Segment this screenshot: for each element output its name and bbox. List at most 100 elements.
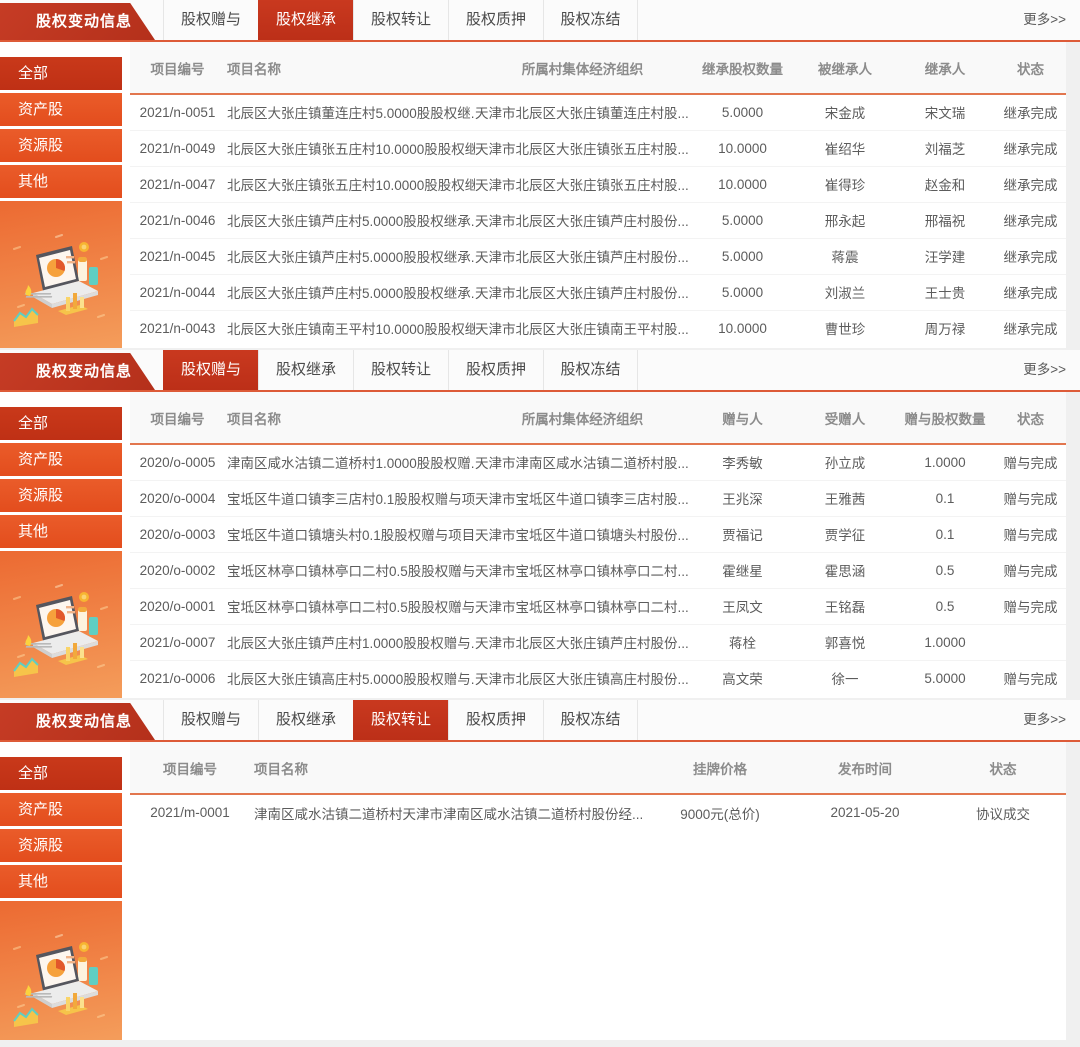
- table-cell: 李秀敏: [690, 444, 795, 480]
- table-row[interactable]: 2021/o-0006北辰区大张庄镇高庄村5.0000股股权赠与...天津市北辰…: [130, 660, 1066, 696]
- table-cell: 宝坻区林亭口镇林亭口二村0.5股股权赠与...: [225, 588, 475, 624]
- table-row[interactable]: 2020/o-0001宝坻区林亭口镇林亭口二村0.5股股权赠与...天津市宝坻区…: [130, 588, 1066, 624]
- section-tab-bar: 股权变动信息 股权赠与股权继承股权转让股权质押股权冻结 更多>>: [0, 350, 1080, 392]
- table-cell: 王铭磊: [795, 588, 895, 624]
- table-cell: 贾福记: [690, 516, 795, 552]
- column-header-状态: 状态: [940, 742, 1066, 794]
- table-cell: 2021/n-0051: [130, 94, 225, 130]
- table-row[interactable]: 2020/o-0002宝坻区林亭口镇林亭口二村0.5股股权赠与...天津市宝坻区…: [130, 552, 1066, 588]
- category-sidebar: 全部资产股资源股其他: [0, 742, 122, 1040]
- table-cell: 崔绍华: [795, 130, 895, 166]
- table-cell: 2020/o-0004: [130, 480, 225, 516]
- tab-股权转让[interactable]: 股权转让: [353, 350, 448, 390]
- table-cell: 郭喜悦: [795, 624, 895, 660]
- table-cell: 天津市北辰区大张庄镇张五庄村股...: [475, 166, 690, 202]
- tab-股权质押[interactable]: 股权质押: [448, 0, 543, 40]
- table-cell: 赠与完成: [995, 660, 1066, 696]
- table-row[interactable]: 2021/o-0007北辰区大张庄镇芦庄村1.0000股股权赠与...天津市北辰…: [130, 624, 1066, 660]
- table-cell: 继承完成: [995, 94, 1066, 130]
- table-cell: 天津市北辰区大张庄镇南王平村股...: [475, 310, 690, 346]
- more-link[interactable]: 更多>>: [1023, 0, 1066, 40]
- sidebar-item-其他[interactable]: 其他: [0, 165, 122, 198]
- table-row[interactable]: 2020/o-0004宝坻区牛道口镇李三店村0.1股股权赠与项目天津市宝坻区牛道…: [130, 480, 1066, 516]
- tab-股权转让[interactable]: 股权转让: [353, 700, 448, 740]
- more-link[interactable]: 更多>>: [1023, 700, 1066, 740]
- table-row[interactable]: 2021/n-0047北辰区大张庄镇张五庄村10.0000股股权继...天津市北…: [130, 166, 1066, 202]
- table-row[interactable]: 2020/o-0005津南区咸水沽镇二道桥村1.0000股股权赠...天津市津南…: [130, 444, 1066, 480]
- column-header-项目编号: 项目编号: [130, 742, 250, 794]
- table-cell: 赠与完成: [995, 480, 1066, 516]
- table-cell: 赠与完成: [995, 444, 1066, 480]
- sidebar-item-资产股[interactable]: 资产股: [0, 93, 122, 126]
- column-header-被继承人: 被继承人: [795, 42, 895, 94]
- table-cell: 周万禄: [895, 310, 995, 346]
- table-header-row: 项目编号项目名称挂牌价格发布时间状态: [130, 742, 1066, 794]
- tab-list: 股权赠与股权继承股权转让股权质押股权冻结: [163, 700, 638, 740]
- sidebar-item-资产股[interactable]: 资产股: [0, 793, 122, 826]
- table-cell: 北辰区大张庄镇芦庄村5.0000股股权继承...: [225, 238, 475, 274]
- table-cell: 天津市宝坻区林亭口镇林亭口二村...: [475, 552, 690, 588]
- table-cell: 0.1: [895, 480, 995, 516]
- table-cell: 2021-05-20: [790, 794, 940, 830]
- table-cell: 2021/n-0049: [130, 130, 225, 166]
- sidebar-item-全部[interactable]: 全部: [0, 757, 122, 790]
- sidebar-table-gap: [122, 742, 130, 1040]
- column-header-赠与人: 赠与人: [690, 392, 795, 444]
- column-header-项目名称: 项目名称: [250, 742, 650, 794]
- table-cell: 宝坻区牛道口镇李三店村0.1股股权赠与项目: [225, 480, 475, 516]
- section-tab-bar: 股权变动信息 股权赠与股权继承股权转让股权质押股权冻结 更多>>: [0, 700, 1080, 742]
- table-row[interactable]: 2021/n-0045北辰区大张庄镇芦庄村5.0000股股权继承...天津市北辰…: [130, 238, 1066, 274]
- column-header-所属村集体经济组织: 所属村集体经济组织: [475, 42, 690, 94]
- table-cell: 北辰区大张庄镇芦庄村5.0000股股权继承...: [225, 202, 475, 238]
- sidebar-item-资产股[interactable]: 资产股: [0, 443, 122, 476]
- tab-股权继承[interactable]: 股权继承: [258, 700, 353, 740]
- tab-股权冻结[interactable]: 股权冻结: [543, 700, 638, 740]
- tab-list: 股权赠与股权继承股权转让股权质押股权冻结: [163, 350, 638, 390]
- table-cell: 10.0000: [690, 310, 795, 346]
- table-row[interactable]: 2021/n-0051北辰区大张庄镇董连庄村5.0000股股权继...天津市北辰…: [130, 94, 1066, 130]
- tab-股权赠与[interactable]: 股权赠与: [163, 700, 258, 740]
- table-cell: 天津市北辰区大张庄镇芦庄村股份...: [475, 274, 690, 310]
- table-row[interactable]: 2021/n-0044北辰区大张庄镇芦庄村5.0000股股权继承...天津市北辰…: [130, 274, 1066, 310]
- sidebar-table-gap: [122, 392, 130, 698]
- tab-股权赠与[interactable]: 股权赠与: [163, 0, 258, 40]
- table-cell: 北辰区大张庄镇董连庄村5.0000股股权继...: [225, 94, 475, 130]
- column-header-赠与股权数量: 赠与股权数量: [895, 392, 995, 444]
- tab-股权冻结[interactable]: 股权冻结: [543, 0, 638, 40]
- table-cell: 天津市宝坻区林亭口镇林亭口二村...: [475, 588, 690, 624]
- table-panel: 项目编号项目名称挂牌价格发布时间状态 2021/m-0001津南区咸水沽镇二道桥…: [130, 742, 1066, 1040]
- table-cell: 2021/o-0007: [130, 624, 225, 660]
- table-cell: 2021/n-0043: [130, 310, 225, 346]
- tab-股权继承[interactable]: 股权继承: [258, 350, 353, 390]
- table-row[interactable]: 2021/m-0001津南区咸水沽镇二道桥村天津市津南区咸水沽镇二道桥村股份经.…: [130, 794, 1066, 830]
- table-cell: 天津市宝坻区牛道口镇塘头村股份...: [475, 516, 690, 552]
- more-link[interactable]: 更多>>: [1023, 350, 1066, 390]
- table-row[interactable]: 2020/o-0003宝坻区牛道口镇塘头村0.1股股权赠与项目天津市宝坻区牛道口…: [130, 516, 1066, 552]
- table-cell: 北辰区大张庄镇张五庄村10.0000股股权继...: [225, 166, 475, 202]
- tab-股权赠与[interactable]: 股权赠与: [163, 350, 258, 390]
- table-cell: 2021/o-0006: [130, 660, 225, 696]
- table-row[interactable]: 2021/n-0046北辰区大张庄镇芦庄村5.0000股股权继承...天津市北辰…: [130, 202, 1066, 238]
- table-row[interactable]: 2021/n-0049北辰区大张庄镇张五庄村10.0000股股权继...天津市北…: [130, 130, 1066, 166]
- tab-股权质押[interactable]: 股权质押: [448, 350, 543, 390]
- tab-股权继承[interactable]: 股权继承: [258, 0, 353, 40]
- table-cell: 2021/n-0047: [130, 166, 225, 202]
- sidebar-item-资源股[interactable]: 资源股: [0, 829, 122, 862]
- sidebar-item-资源股[interactable]: 资源股: [0, 479, 122, 512]
- tab-股权转让[interactable]: 股权转让: [353, 0, 448, 40]
- table-row[interactable]: 2021/n-0043北辰区大张庄镇南王平村10.0000股股权继...天津市北…: [130, 310, 1066, 346]
- sidebar-item-其他[interactable]: 其他: [0, 515, 122, 548]
- column-header-所属村集体经济组织: 所属村集体经济组织: [475, 392, 690, 444]
- table-cell: 1.0000: [895, 444, 995, 480]
- table-cell: 汪学建: [895, 238, 995, 274]
- tab-股权质押[interactable]: 股权质押: [448, 700, 543, 740]
- page-title: 股权变动信息: [36, 363, 132, 380]
- sidebar-item-全部[interactable]: 全部: [0, 407, 122, 440]
- sidebar-item-全部[interactable]: 全部: [0, 57, 122, 90]
- sidebar-item-其他[interactable]: 其他: [0, 865, 122, 898]
- tab-股权冻结[interactable]: 股权冻结: [543, 350, 638, 390]
- column-header-发布时间: 发布时间: [790, 742, 940, 794]
- sidebar-item-资源股[interactable]: 资源股: [0, 129, 122, 162]
- table-cell: 赠与完成: [995, 552, 1066, 588]
- table-cell: 高文荣: [690, 660, 795, 696]
